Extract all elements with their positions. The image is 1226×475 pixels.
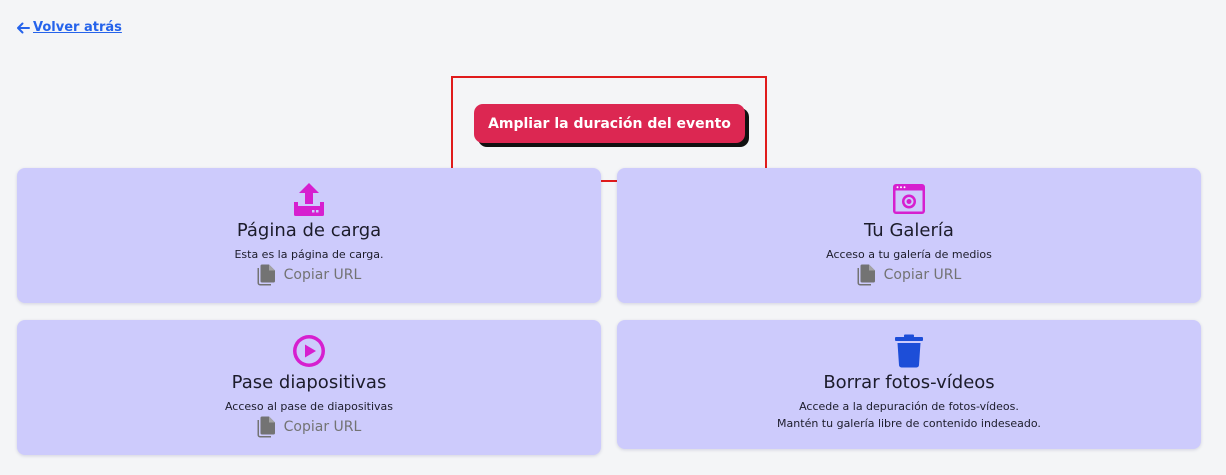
arrow-left-icon <box>17 22 30 33</box>
copy-url-button[interactable]: Copiar URL <box>257 416 362 438</box>
gallery-card[interactable]: Tu Galería Acceso a tu galería de medios… <box>617 168 1201 303</box>
copy-url-button[interactable]: Copiar URL <box>857 264 962 286</box>
card-description: Accede a la depuración de fotos-vídeos. … <box>777 398 1041 432</box>
copy-icon <box>257 264 275 286</box>
upload-icon <box>292 182 326 216</box>
card-title: Borrar fotos-vídeos <box>823 372 995 393</box>
card-description-line-2: Mantén tu galería libre de contenido ind… <box>777 417 1041 430</box>
trash-icon <box>892 334 926 368</box>
card-title: Tu Galería <box>864 220 954 241</box>
gallery-icon <box>892 182 926 216</box>
back-link[interactable]: Volver atrás <box>16 20 122 35</box>
card-title: Página de carga <box>236 220 382 241</box>
play-icon <box>292 334 326 368</box>
card-description: Acceso a tu galería de medios <box>826 248 992 261</box>
copy-url-button[interactable]: Copiar URL <box>257 264 362 286</box>
card-description: Esta es la página de carga. <box>234 248 384 261</box>
upload-page-card[interactable]: Página de carga Esta es la página de car… <box>17 168 601 303</box>
card-description-line-1: Accede a la depuración de fotos-vídeos. <box>799 400 1019 413</box>
copy-icon <box>257 416 275 438</box>
back-link-label[interactable]: Volver atrás <box>33 20 122 35</box>
copy-url-label[interactable]: Copiar URL <box>884 267 962 283</box>
extend-event-duration-button[interactable]: Ampliar la duración del evento <box>474 104 745 143</box>
copy-url-label[interactable]: Copiar URL <box>284 419 362 435</box>
slideshow-card[interactable]: Pase diapositivas Acceso al pase de diap… <box>17 320 601 455</box>
card-description: Acceso al pase de diapositivas <box>224 400 394 413</box>
delete-media-card[interactable]: Borrar fotos-vídeos Accede a la depuraci… <box>617 320 1201 449</box>
copy-icon <box>857 264 875 286</box>
copy-url-label[interactable]: Copiar URL <box>284 267 362 283</box>
card-title: Pase diapositivas <box>231 372 387 393</box>
